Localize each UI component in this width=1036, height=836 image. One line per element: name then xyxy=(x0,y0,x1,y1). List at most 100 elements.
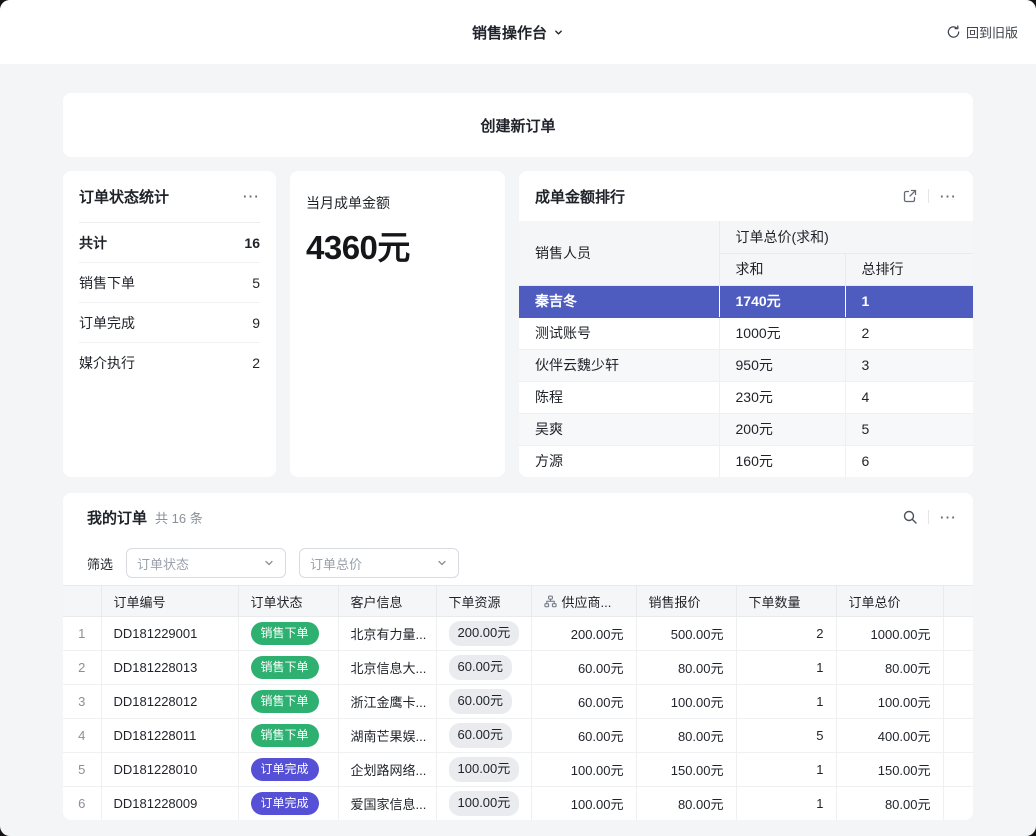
customer-cell: 北京有力量... xyxy=(338,617,436,651)
open-external-button[interactable] xyxy=(902,188,918,204)
create-order-button[interactable]: 创建新订单 xyxy=(63,93,973,157)
table-row[interactable]: 1 DD181229001 销售下单 北京有力量... 200.00元 200.… xyxy=(63,617,973,651)
column-header-qty[interactable]: 下单数量 xyxy=(736,586,836,617)
order-total-filter-dropdown[interactable]: 订单总价 xyxy=(299,548,459,578)
app-title-dropdown[interactable]: 销售操作台 xyxy=(472,22,564,43)
order-number-cell: DD181228012 xyxy=(101,685,238,719)
amount-card-title: 当月成单金额 xyxy=(306,193,489,213)
resource-tag: 100.00元 xyxy=(449,757,520,781)
resource-tag: 200.00元 xyxy=(449,621,520,645)
quote-cell: 80.00元 xyxy=(636,651,736,685)
row-index: 5 xyxy=(63,753,101,787)
column-header-total[interactable]: 订单总价 xyxy=(836,586,943,617)
table-header-row: 订单编号 订单状态 客户信息 下单资源 供应商... xyxy=(63,586,973,617)
column-header-supplier[interactable]: 供应商... xyxy=(531,586,636,617)
orders-table: 订单编号 订单状态 客户信息 下单资源 供应商... xyxy=(63,585,973,820)
sum-value: 230元 xyxy=(719,381,845,413)
dashboard-content: 创建新订单 订单状态统计 ⋯ 共计 16 销售下单 5 订单完成 xyxy=(0,64,1036,820)
customer-cell: 浙江金鹰卡... xyxy=(338,685,436,719)
status-value: 9 xyxy=(252,315,260,331)
total-cell: 80.00元 xyxy=(836,651,943,685)
card-actions: ⋯ xyxy=(902,509,957,526)
status-value: 16 xyxy=(244,235,260,251)
supplier-cell: 60.00元 xyxy=(531,685,636,719)
divider xyxy=(928,189,929,203)
row-index: 3 xyxy=(63,685,101,719)
supplier-cell: 200.00元 xyxy=(531,617,636,651)
qty-cell: 2 xyxy=(736,617,836,651)
card-title: 成单金额排行 xyxy=(535,186,625,207)
order-number-cell: DD181228011 xyxy=(101,719,238,753)
resource-tag: 60.00元 xyxy=(449,723,513,747)
column-header-order-no[interactable]: 订单编号 xyxy=(101,586,238,617)
resource-cell: 200.00元 xyxy=(436,617,531,651)
ranking-row: 伙伴云魏少轩 950元 3 xyxy=(519,349,973,381)
more-button[interactable]: ⋯ xyxy=(242,188,260,205)
status-label: 媒介执行 xyxy=(79,353,135,373)
resource-tag: 60.00元 xyxy=(449,689,513,713)
person-name: 陈程 xyxy=(519,381,719,413)
back-to-old-button[interactable]: 回到旧版 xyxy=(946,23,1018,42)
status-badge: 订单完成 xyxy=(251,792,319,815)
extra-cell xyxy=(943,617,973,651)
history-icon xyxy=(946,25,961,40)
status-row: 销售下单 5 xyxy=(79,263,260,303)
app-window: 销售操作台 回到旧版 创建新订单 订单状态统计 ⋯ 共计 xyxy=(0,0,1036,836)
extra-cell xyxy=(943,787,973,821)
index-column-header xyxy=(63,586,101,617)
resource-tag: 60.00元 xyxy=(449,655,513,679)
extra-cell xyxy=(943,685,973,719)
ranking-row: 吴爽 200元 5 xyxy=(519,413,973,445)
rank-value: 5 xyxy=(845,413,973,445)
order-status-stats-card: 订单状态统计 ⋯ 共计 16 销售下单 5 订单完成 9 媒介执行 2 xyxy=(63,171,276,477)
chevron-down-icon xyxy=(436,557,448,569)
status-row: 媒介执行 2 xyxy=(79,343,260,383)
sum-value: 1740元 xyxy=(719,285,845,317)
status-label: 共计 xyxy=(79,233,107,253)
card-title: 订单状态统计 xyxy=(79,186,169,207)
table-row[interactable]: 5 DD181228010 订单完成 企划路网络... 100.00元 100.… xyxy=(63,753,973,787)
ranking-card: 成单金额排行 ⋯ 销售人员 xyxy=(519,171,973,477)
table-row[interactable]: 6 DD181228009 订单完成 爱国家信息... 100.00元 100.… xyxy=(63,787,973,821)
status-badge: 销售下单 xyxy=(251,656,319,679)
card-header: 我的订单 共 16 条 ⋯ xyxy=(63,493,973,541)
extra-cell xyxy=(943,719,973,753)
resource-tag: 100.00元 xyxy=(449,791,520,815)
more-button[interactable]: ⋯ xyxy=(939,509,957,526)
column-header-status[interactable]: 订单状态 xyxy=(238,586,338,617)
total-cell: 100.00元 xyxy=(836,685,943,719)
column-header-quote[interactable]: 销售报价 xyxy=(636,586,736,617)
amount-value: 4360元 xyxy=(306,221,489,269)
sum-value: 160元 xyxy=(719,445,845,477)
filter-bar: 筛选 订单状态 订单总价 xyxy=(63,541,973,585)
chevron-down-icon xyxy=(553,27,564,38)
row-index: 1 xyxy=(63,617,101,651)
total-cell: 400.00元 xyxy=(836,719,943,753)
resource-cell: 100.00元 xyxy=(436,753,531,787)
more-button[interactable]: ⋯ xyxy=(939,188,957,205)
order-number-cell: DD181228010 xyxy=(101,753,238,787)
person-name: 测试账号 xyxy=(519,317,719,349)
row-index: 2 xyxy=(63,651,101,685)
rank-value: 2 xyxy=(845,317,973,349)
table-row[interactable]: 3 DD181228012 销售下单 浙江金鹰卡... 60.00元 60.00… xyxy=(63,685,973,719)
table-row[interactable]: 2 DD181228013 销售下单 北京信息大... 60.00元 60.00… xyxy=(63,651,973,685)
column-header-customer[interactable]: 客户信息 xyxy=(338,586,436,617)
supplier-cell: 60.00元 xyxy=(531,719,636,753)
my-orders-card: 我的订单 共 16 条 ⋯ 筛选 订单状态 xyxy=(63,493,973,820)
column-header-resource[interactable]: 下单资源 xyxy=(436,586,531,617)
sum-value: 950元 xyxy=(719,349,845,381)
quote-cell: 500.00元 xyxy=(636,617,736,651)
ranking-row: 测试账号 1000元 2 xyxy=(519,317,973,349)
resource-cell: 60.00元 xyxy=(436,719,531,753)
more-icon: ⋯ xyxy=(939,509,957,526)
extra-cell xyxy=(943,651,973,685)
total-cell: 80.00元 xyxy=(836,787,943,821)
table-row[interactable]: 4 DD181228011 销售下单 湖南芒果娱... 60.00元 60.00… xyxy=(63,719,973,753)
total-cell: 150.00元 xyxy=(836,753,943,787)
search-button[interactable] xyxy=(902,509,918,525)
status-row: 订单完成 9 xyxy=(79,303,260,343)
ranking-col-sum: 求和 xyxy=(719,253,845,285)
status-value: 5 xyxy=(252,275,260,291)
order-status-filter-dropdown[interactable]: 订单状态 xyxy=(126,548,286,578)
